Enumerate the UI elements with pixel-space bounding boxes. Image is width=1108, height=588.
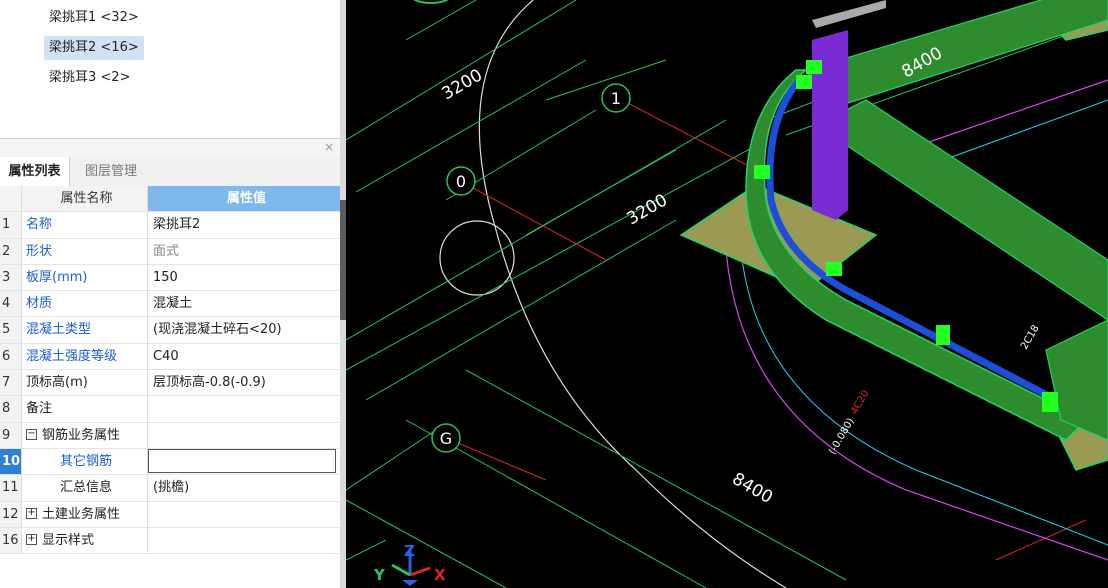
property-row[interactable]: 6 混凝土强度等级 C40 — [0, 343, 340, 371]
axis-label: G — [440, 429, 452, 448]
property-name: 顶标高(m) — [22, 370, 148, 396]
component-tree: 梁挑耳1 <32> 梁挑耳2 <16> 梁挑耳3 <2> — [0, 0, 340, 138]
property-row[interactable]: 4 材质 混凝土 — [0, 291, 340, 318]
row-number: 16 — [0, 527, 22, 554]
row-number: 4 — [0, 291, 22, 317]
tab-properties[interactable]: 属性列表 — [0, 157, 70, 186]
tab-layers[interactable]: 图层管理 — [80, 157, 142, 186]
axis-label: 0 — [456, 172, 466, 191]
row-number: 10 — [0, 448, 22, 475]
dimension-label: 3200 — [439, 65, 486, 104]
beam-diagonal — [814, 99, 1108, 321]
property-value[interactable]: (现浇混凝土碎石<20) — [148, 317, 340, 342]
rebar-annotation: 4C20 — [849, 388, 872, 416]
property-grid: 属性名称 属性值 1 名称 梁挑耳2 2 形状 面式 3 板厚(mm) 150 … — [0, 186, 340, 555]
property-value: 面式 — [153, 243, 180, 259]
property-row[interactable]: 7 顶标高(m) 层顶标高-0.8(-0.9) — [0, 370, 340, 397]
column-top — [812, 0, 886, 28]
row-number: 11 — [0, 475, 22, 501]
header-value: 属性值 — [148, 186, 340, 212]
close-icon[interactable]: × — [324, 140, 334, 154]
axis-label: 1 — [611, 89, 621, 108]
row-number: 2 — [0, 238, 22, 264]
property-value[interactable]: (挑檐) — [148, 475, 340, 500]
column — [812, 30, 848, 220]
triad-z-label: Z — [404, 542, 415, 560]
property-name: 材质 — [22, 291, 148, 317]
property-group-name: + 显示样式 — [22, 527, 148, 554]
reference-arc — [478, 0, 787, 588]
property-group-row[interactable]: 12 + 土建业务属性 — [0, 501, 340, 528]
expand-icon[interactable]: + — [26, 507, 37, 519]
property-value[interactable]: C40 — [148, 344, 340, 369]
property-value[interactable]: 梁挑耳2 — [148, 212, 340, 237]
3d-viewport[interactable]: 1 0 G 3200 8400 3200 8400 4C20 (-0.080) … — [346, 0, 1108, 588]
triad-x-label: X — [434, 566, 446, 584]
property-value — [148, 502, 340, 527]
property-name: 名称 — [22, 212, 148, 238]
property-group-name: − 钢筋业务属性 — [22, 422, 148, 448]
grid-header: 属性名称 属性值 — [0, 186, 340, 213]
row-number: 6 — [0, 343, 22, 370]
property-name: 形状 — [22, 238, 148, 264]
group-label: 显示样式 — [42, 532, 95, 548]
property-group-row[interactable]: 9 − 钢筋业务属性 — [0, 422, 340, 449]
property-name: 混凝土类型 — [22, 317, 148, 343]
panel-header: × — [0, 139, 340, 157]
property-row[interactable]: 8 备注 — [0, 396, 340, 423]
dimension-label: 8400 — [729, 469, 776, 508]
viewport-canvas[interactable]: 1 0 G 3200 8400 3200 8400 4C20 (-0.080) … — [346, 0, 1108, 588]
row-number: 1 — [0, 212, 22, 238]
property-name: 备注 — [22, 396, 148, 422]
rebar-annotation: 2C18 — [1019, 323, 1042, 351]
property-name: 其它钢筋 — [22, 448, 148, 475]
panel-empty-area — [0, 556, 340, 588]
group-label: 土建业务属性 — [42, 506, 121, 522]
header-num-cell — [0, 186, 22, 212]
property-row[interactable]: 1 名称 梁挑耳2 — [0, 212, 340, 239]
property-value — [148, 528, 340, 553]
collapse-icon[interactable]: − — [26, 428, 37, 440]
tree-item-1[interactable]: 梁挑耳1 <32> — [44, 6, 144, 30]
property-value[interactable]: 混凝土 — [148, 291, 340, 316]
tree-item-3[interactable]: 梁挑耳3 <2> — [44, 66, 135, 90]
property-name: 汇总信息 — [22, 475, 148, 501]
tree-item-2[interactable]: 梁挑耳2 <16> — [44, 36, 144, 60]
triad-y-label: Y — [373, 566, 386, 584]
row-number: 7 — [0, 370, 22, 396]
panel-tabs: 属性列表 图层管理 — [0, 157, 340, 187]
partial-circle — [413, 0, 449, 4]
property-value[interactable] — [148, 396, 340, 421]
dimension-label: 3200 — [624, 190, 671, 229]
property-row[interactable]: 3 板厚(mm) 150 — [0, 264, 340, 292]
property-value — [148, 423, 340, 448]
row-number: 9 — [0, 422, 22, 448]
property-row[interactable]: 11 汇总信息 (挑檐) — [0, 475, 340, 502]
expand-icon[interactable]: + — [26, 533, 37, 545]
property-name: 板厚(mm) — [22, 264, 148, 291]
property-group-row[interactable]: 16 + 显示样式 — [0, 527, 340, 555]
property-row[interactable]: 5 混凝土类型 (现浇混凝土碎石<20) — [0, 317, 340, 344]
row-number: 8 — [0, 396, 22, 422]
property-group-name: + 土建业务属性 — [22, 501, 148, 527]
property-row-selected[interactable]: 10 其它钢筋 — [0, 448, 340, 476]
magenta-line — [905, 79, 1108, 151]
property-value[interactable]: 150 — [148, 265, 340, 290]
rebar-annotation: (-0.080) — [827, 416, 857, 456]
property-value[interactable]: 层顶标高-0.8(-0.9) — [148, 370, 340, 395]
value-edit-field[interactable] — [148, 448, 336, 473]
row-number: 5 — [0, 317, 22, 343]
group-label: 钢筋业务属性 — [42, 427, 121, 443]
row-number: 12 — [0, 501, 22, 527]
header-name: 属性名称 — [22, 186, 148, 212]
row-number: 3 — [0, 264, 22, 291]
property-row[interactable]: 2 形状 面式 — [0, 238, 340, 265]
left-panel: 梁挑耳1 <32> 梁挑耳2 <16> 梁挑耳3 <2> × 属性列表 图层管理… — [0, 0, 340, 588]
property-name: 混凝土强度等级 — [22, 343, 148, 370]
